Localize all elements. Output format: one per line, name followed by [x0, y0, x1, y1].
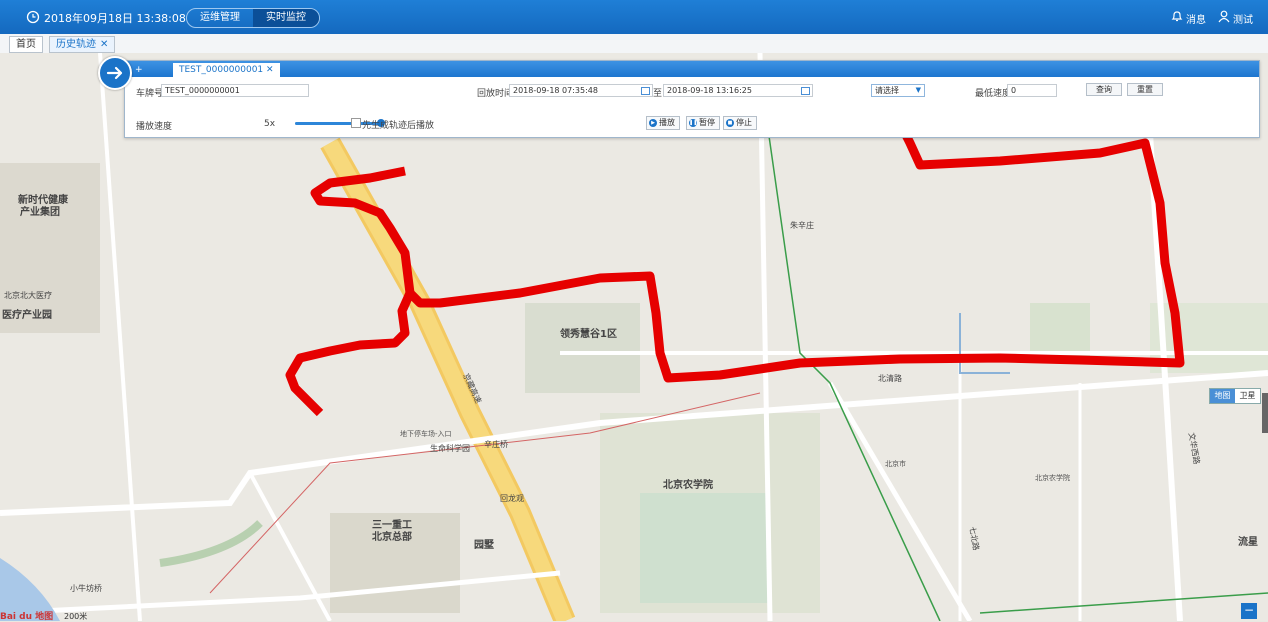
stop-icon: ■ — [726, 118, 734, 127]
clock-icon — [26, 10, 40, 24]
collapse-button[interactable]: − — [1241, 603, 1257, 619]
map-label: 北京北大医疗 — [4, 291, 52, 300]
map-label: 医疗产业园 — [2, 310, 52, 321]
map-type-map[interactable]: 地图 — [1210, 389, 1235, 403]
track-query-panel: + TEST_0000000001 ✕ 车牌号 TEST_0000000001 … — [124, 60, 1260, 138]
map-view[interactable]: 新时代健康 产业集团 北京北大医疗 医疗产业园 领秀慧谷1区 北京农学院 三一重… — [0, 53, 1268, 622]
stop-button[interactable]: ■ 停止 — [723, 116, 757, 130]
map-label: 生命科学园 — [430, 444, 470, 453]
start-time-value: 2018-09-18 07:35:48 — [513, 86, 598, 95]
main-nav: 运维管理 实时监控 — [186, 8, 320, 28]
pause-button[interactable]: ❚❚ 暂停 — [686, 116, 720, 130]
map-label: 回龙观 — [500, 494, 524, 503]
load-first-checkbox[interactable] — [351, 118, 361, 128]
map-zoom-control[interactable] — [1262, 393, 1268, 433]
min-speed-input[interactable]: 0 — [1007, 84, 1057, 97]
top-bar: 2018年09月18日 13:38:08 运维管理 实时监控 消息 测试 — [0, 0, 1268, 34]
condition-select-value: 请选择 — [875, 86, 899, 95]
map-label: 北京市 — [885, 460, 906, 468]
map-label: 北京农学院 — [663, 480, 713, 491]
condition-select[interactable]: 请选择 ▼ — [871, 84, 925, 97]
map-label: 领秀慧谷1区 — [560, 329, 617, 340]
close-icon[interactable]: ✕ — [266, 65, 274, 75]
play-icon: ▶ — [649, 118, 657, 127]
play-label: 播放 — [659, 118, 675, 127]
map-label: 北京农学院 — [1035, 474, 1070, 482]
baidu-map-logo: Bai du 地图 — [0, 612, 54, 622]
chevron-down-icon: ▼ — [915, 86, 921, 94]
messages-link[interactable]: 消息 — [1186, 11, 1206, 26]
load-first-label: 先生成轨迹后播放 — [362, 121, 435, 131]
map-label: 北京总部 — [372, 532, 412, 543]
map-scale: 200米 — [64, 612, 88, 621]
tab-vehicle-label: TEST_0000000001 — [179, 65, 264, 75]
stop-label: 停止 — [736, 118, 752, 127]
pause-label: 暂停 — [699, 118, 715, 127]
map-label: 产业集团 — [20, 207, 60, 218]
pause-icon: ❚❚ — [689, 118, 698, 127]
map-type-switch: 地图 卫星 — [1209, 388, 1261, 404]
map-label: 园墅 — [474, 540, 494, 551]
query-button[interactable]: 查询 — [1086, 83, 1122, 96]
nav-realtime-monitor[interactable]: 实时监控 — [253, 9, 319, 27]
end-time-value: 2018-09-18 13:16:25 — [667, 86, 752, 95]
map-label: 流星 — [1238, 537, 1258, 548]
page-tab-bar: 首页 历史轨迹 ✕ — [0, 34, 1268, 54]
plate-input[interactable]: TEST_0000000001 — [161, 84, 309, 97]
panel-toggle-button[interactable] — [98, 56, 132, 90]
map-canvas — [0, 53, 1268, 621]
tab-vehicle[interactable]: TEST_0000000001 ✕ — [173, 63, 280, 77]
calendar-icon[interactable] — [641, 87, 650, 95]
map-type-satellite[interactable]: 卫星 — [1235, 389, 1260, 403]
close-icon[interactable]: ✕ — [100, 39, 108, 50]
map-label: 地下停车场-入口 — [400, 430, 452, 438]
play-speed-label: 播放速度 — [136, 122, 173, 132]
time-separator: 至 — [653, 89, 663, 99]
bell-icon[interactable] — [1170, 9, 1184, 23]
nav-ops-management[interactable]: 运维管理 — [187, 9, 253, 27]
panel-tab-bar: + TEST_0000000001 ✕ — [125, 61, 1259, 77]
arrow-right-icon — [106, 66, 123, 80]
calendar-icon[interactable] — [801, 87, 810, 95]
tab-history-label: 历史轨迹 — [56, 39, 96, 50]
map-label: 辛庄桥 — [484, 440, 508, 449]
map-label: 朱辛庄 — [790, 221, 814, 230]
tab-home[interactable]: 首页 — [9, 36, 43, 53]
min-speed-label: 最低速度 — [975, 89, 1012, 99]
plate-label: 车牌号 — [136, 89, 164, 99]
end-time-input[interactable]: 2018-09-18 13:16:25 — [663, 84, 813, 97]
play-button[interactable]: ▶ 播放 — [646, 116, 680, 130]
map-label: 北清路 — [878, 374, 902, 383]
reset-button[interactable]: 重置 — [1127, 83, 1163, 96]
user-name[interactable]: 测试 — [1233, 11, 1253, 26]
start-time-input[interactable]: 2018-09-18 07:35:48 — [509, 84, 653, 97]
map-label: 小牛坊桥 — [70, 584, 102, 593]
play-speed-value: 5x — [264, 119, 276, 129]
time-label: 回放时间 — [477, 89, 514, 99]
user-icon[interactable] — [1217, 9, 1231, 23]
tab-home-label: 首页 — [16, 39, 36, 50]
current-datetime: 2018年09月18日 13:38:08 — [44, 12, 186, 25]
add-tab-button[interactable]: + — [129, 63, 149, 77]
tab-history-track[interactable]: 历史轨迹 ✕ — [49, 36, 116, 53]
